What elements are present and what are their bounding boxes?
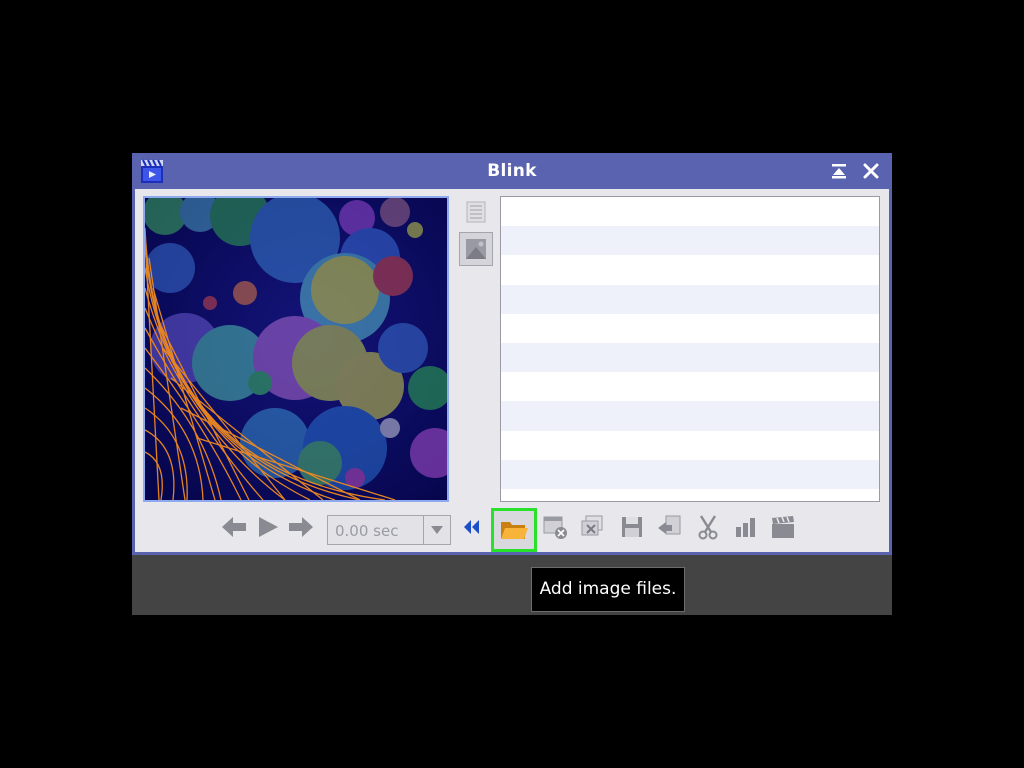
window-title: Blink — [487, 161, 537, 181]
list-item[interactable] — [501, 313, 879, 343]
list-item[interactable] — [501, 284, 879, 314]
blink-window: Blink 0.00 sec — [132, 153, 892, 555]
add-image-files-button[interactable] — [491, 508, 537, 552]
close-icon[interactable] — [861, 161, 881, 181]
arrow-right-icon[interactable] — [286, 513, 316, 541]
scissors-icon[interactable] — [693, 513, 723, 541]
save-icon[interactable] — [617, 513, 647, 541]
tooltip: Add image files. — [531, 567, 685, 612]
list-item[interactable] — [501, 255, 879, 285]
double-chevron-left-icon[interactable] — [458, 513, 484, 541]
list-item[interactable] — [501, 342, 879, 373]
shade-up-icon[interactable] — [829, 161, 849, 181]
delay-select[interactable]: 0.00 sec — [327, 515, 451, 545]
control-bar: 0.00 sec — [135, 507, 889, 552]
image-file-list[interactable] — [500, 196, 880, 502]
close-image-icon[interactable] — [540, 513, 570, 541]
list-item[interactable] — [501, 197, 879, 227]
image-view-icon — [466, 239, 486, 259]
arrow-left-icon[interactable] — [219, 513, 249, 541]
list-item[interactable] — [501, 226, 879, 256]
image-preview[interactable] — [143, 196, 449, 502]
list-item[interactable] — [501, 459, 879, 489]
delay-value: 0.00 sec — [335, 522, 399, 540]
title-bar[interactable]: Blink — [132, 153, 892, 189]
play-icon[interactable] — [253, 513, 283, 541]
list-view-button[interactable] — [459, 195, 493, 229]
bar-chart-icon[interactable] — [731, 513, 761, 541]
window-client-area: 0.00 sec — [135, 189, 889, 552]
list-item[interactable] — [501, 430, 879, 460]
image-view-button[interactable] — [459, 232, 493, 266]
list-item[interactable] — [501, 401, 879, 431]
list-item[interactable] — [501, 372, 879, 402]
preview-image — [145, 198, 447, 500]
move-icon[interactable] — [655, 513, 685, 541]
list-view-icon — [466, 201, 486, 223]
close-all-icon[interactable] — [578, 513, 608, 541]
chevron-down-icon[interactable] — [423, 516, 450, 544]
folder-open-icon — [501, 522, 528, 539]
clapperboard-icon[interactable] — [768, 513, 798, 541]
